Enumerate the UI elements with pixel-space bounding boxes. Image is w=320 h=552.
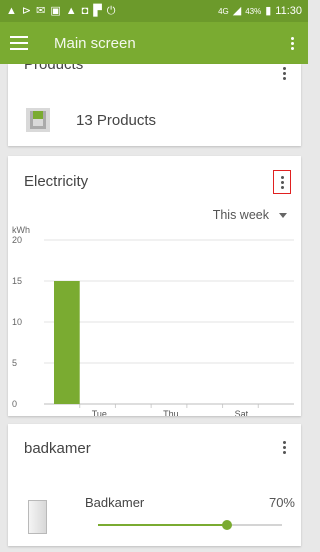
mail-icon: ✉ [36,4,46,17]
image-icon: ▣ [50,4,61,17]
electricity-title: Electricity [24,173,89,190]
products-count: 13 Products [76,112,157,129]
y-tick-label: 20 [12,235,22,245]
network-type: 4G [218,6,229,16]
y-axis-label: kWh [12,225,30,235]
door-icon [28,500,47,534]
warning-icon: ▲ [65,4,77,17]
y-tick-label: 10 [12,317,22,327]
x-tick-label: Tue. [92,409,110,416]
y-tick-label: 15 [12,276,22,286]
clock: 11:30 [275,5,302,17]
slider-fill [98,524,227,526]
battery-level: 43% [245,6,262,16]
overflow-menu-icon[interactable] [287,33,298,54]
electricity-card: Electricity This week kWh 0 5 10 15 20 Tue. Thu… [8,156,301,416]
range-label: This week [212,208,269,222]
cast-icon: ⊳ [21,4,32,17]
electricity-menu-icon[interactable] [273,170,291,194]
power-icon: ⏻ [106,4,116,17]
x-tick-label: Thu. [163,409,181,416]
badkamer-menu-icon[interactable] [278,438,291,457]
electricity-chart: kWh 0 5 10 15 20 Tue. Thu. Sat. [12,225,294,416]
y-tick-label: 5 [12,358,17,368]
dropdown-arrow-icon [279,212,287,218]
badkamer-card: badkamer Badkamer 70% [8,424,301,546]
x-tick-label: Sat. [235,409,251,416]
products-title: Products [24,64,84,73]
device-name: Badkamer [85,495,145,510]
y-tick-label: 0 [12,399,17,409]
products-menu-icon[interactable] [278,64,291,83]
app-bar-title: Main screen [54,34,136,52]
range-dropdown[interactable]: This week [213,208,287,222]
gallery-icon: ◘ [81,4,89,17]
bar [54,281,80,404]
level-slider[interactable] [98,520,282,530]
battery-icon: ▮ [265,4,272,17]
products-icon [26,108,50,132]
badkamer-title: badkamer [24,440,91,457]
warning-icon: ▲ [6,4,17,17]
app-bar: Main screen [0,22,308,64]
notification-icons: ▲ ⊳ ✉ ▣ ▲ ◘ ▛ ⏻ [6,4,116,17]
products-card[interactable]: Products 13 Products [8,64,301,146]
slider-thumb[interactable] [221,520,232,530]
device-level: 70% [268,495,295,510]
status-bar: ▲ ⊳ ✉ ▣ ▲ ◘ ▛ ⏻ 4G ◢ 43% ▮ 11:30 [0,0,308,22]
signal-icon: ◢ [232,4,242,17]
flag-icon: ▛ [93,4,102,17]
menu-icon[interactable] [10,36,28,50]
